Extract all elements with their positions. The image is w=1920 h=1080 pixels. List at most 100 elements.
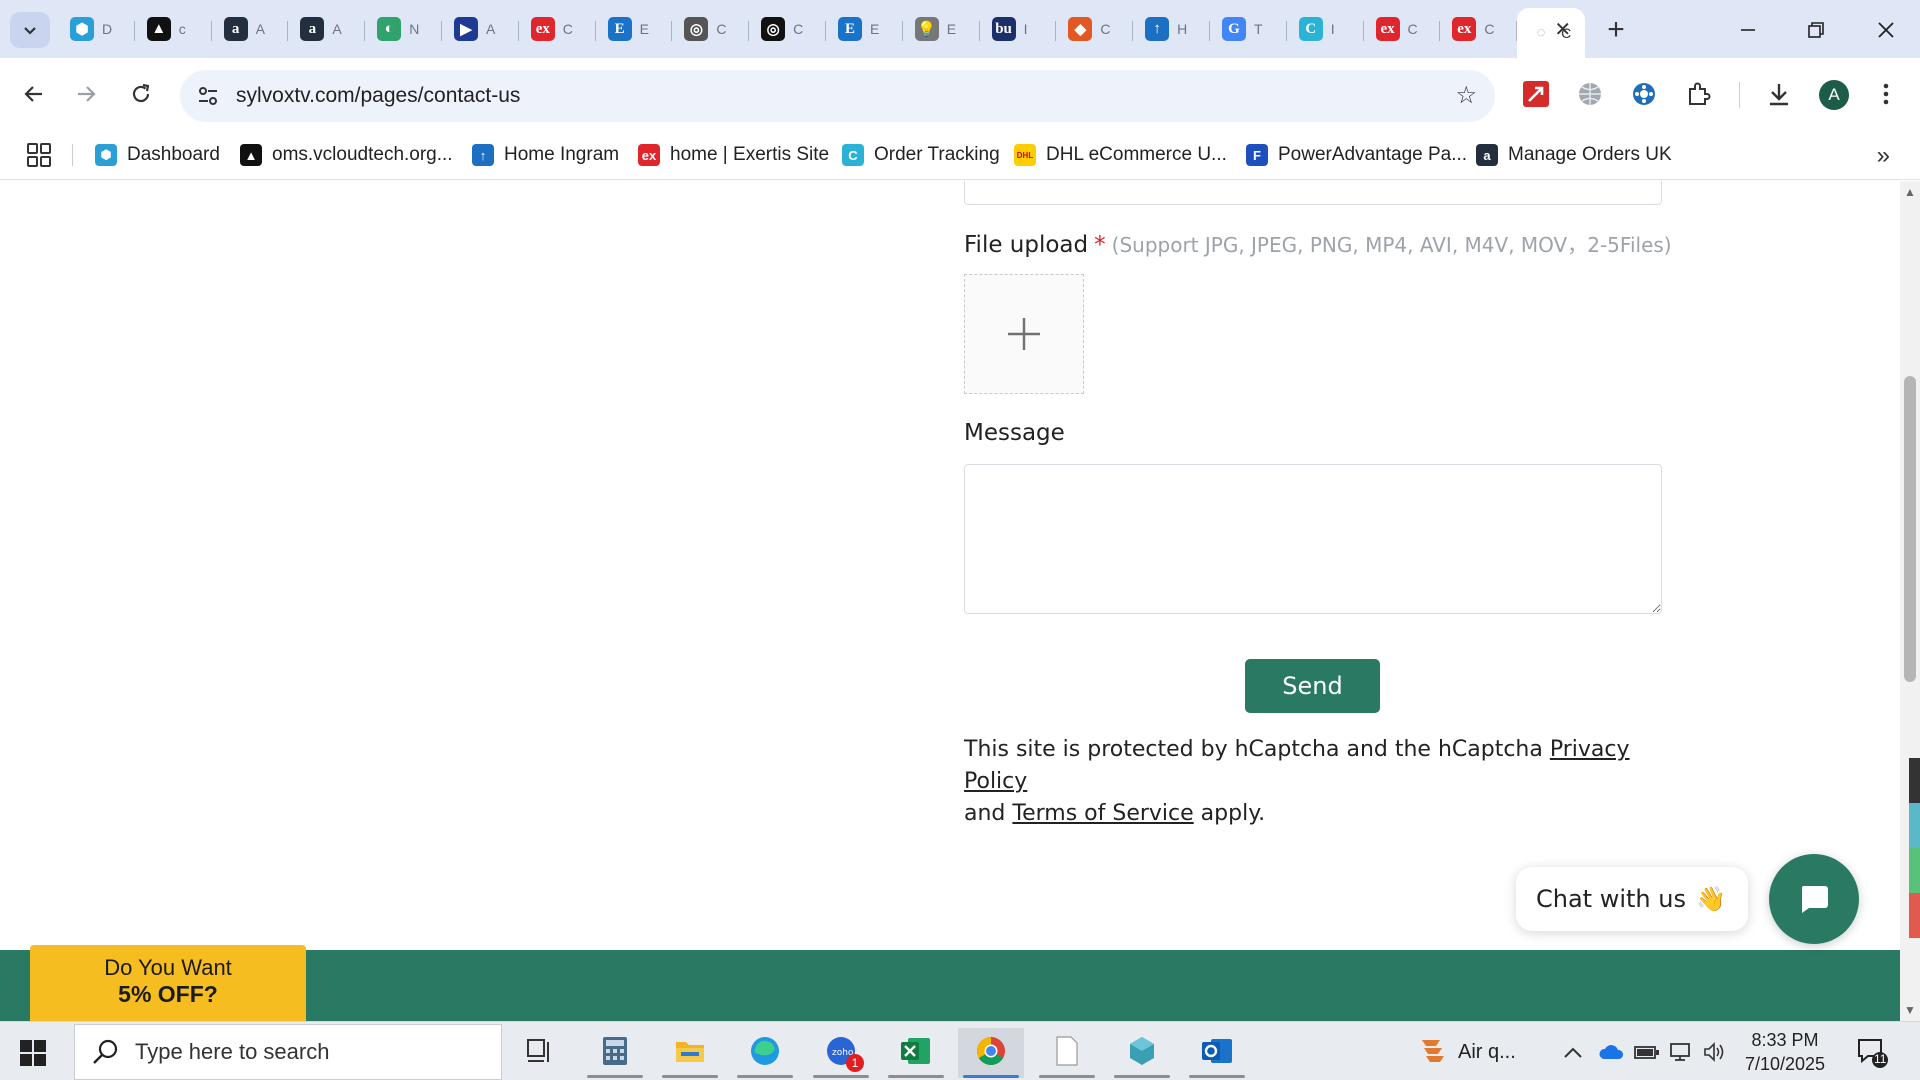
browser-tab[interactable]: 💡 E bbox=[903, 8, 980, 50]
taskbar-app-button[interactable] bbox=[1184, 1028, 1250, 1078]
taskbar-app-button[interactable] bbox=[883, 1028, 949, 1078]
browser-tab[interactable]: aA bbox=[288, 8, 366, 50]
captcha-notice: This site is protected by hCaptcha and t… bbox=[964, 734, 1684, 830]
browser-tab[interactable]: ↑ H bbox=[1133, 8, 1210, 50]
bookmark-label: Dashboard bbox=[127, 144, 220, 165]
amazon-icon: a bbox=[300, 17, 325, 41]
site-info-icon[interactable] bbox=[194, 82, 222, 110]
browser-tab[interactable]: EE bbox=[826, 8, 903, 50]
network-icon[interactable] bbox=[1669, 1039, 1695, 1065]
taskbar-app-button[interactable] bbox=[1109, 1028, 1175, 1078]
bookmark-item[interactable]: DHL DHL eCommerce U... bbox=[1014, 140, 1227, 170]
previous-input-field[interactable] bbox=[964, 181, 1662, 205]
extensions-puzzle-icon[interactable] bbox=[1683, 78, 1715, 110]
taskbar-app-button[interactable] bbox=[958, 1028, 1024, 1078]
minimize-button[interactable] bbox=[1720, 10, 1776, 50]
browser-tab[interactable]: ▲ c bbox=[135, 8, 212, 50]
taskbar-app-button[interactable] bbox=[732, 1028, 798, 1078]
battery-icon[interactable] bbox=[1634, 1039, 1660, 1065]
back-button[interactable] bbox=[14, 74, 54, 114]
menu-kebab-icon[interactable] bbox=[1870, 78, 1902, 110]
browser-tab[interactable]: ex C bbox=[1440, 8, 1518, 50]
browser-tab[interactable]: GT bbox=[1210, 8, 1287, 50]
globe-extension-icon[interactable] bbox=[1574, 78, 1606, 110]
close-window-button[interactable] bbox=[1858, 10, 1914, 50]
taskbar-app-button[interactable] bbox=[507, 1028, 573, 1078]
browser-tab[interactable]: ◆ C bbox=[1056, 8, 1134, 50]
captcha-text-3: apply. bbox=[1193, 801, 1266, 826]
bookmark-item[interactable]: F PowerAdvantage Pa... bbox=[1246, 140, 1467, 170]
browser-tab[interactable]: ex C bbox=[1364, 8, 1441, 50]
taskbar-app-button[interactable] bbox=[657, 1028, 723, 1078]
browser-tab[interactable]: ◐ N bbox=[365, 8, 442, 50]
pdf-extension-icon[interactable] bbox=[1520, 78, 1552, 110]
windows-start-icon[interactable] bbox=[20, 1040, 46, 1066]
terms-of-service-link[interactable]: Terms of Service bbox=[1012, 801, 1193, 826]
browser-tab[interactable]: ◎ C bbox=[672, 8, 750, 50]
blue-extension-icon[interactable] bbox=[1628, 78, 1660, 110]
bookmark-label: oms.vcloudtech.org... bbox=[272, 144, 453, 165]
chat-prompt-bubble[interactable]: Chat with us 👋 bbox=[1516, 867, 1748, 931]
bookmark-item[interactable]: ⬢ Dashboard bbox=[95, 140, 220, 170]
tab-strip: ⬢ D ▲ c a Aa A ◐ N ▶ Aex C E E ◎ C ◎ C E E 💡 Ebu I ◆ C ↑ H G T C Iex Ce… bbox=[0, 0, 1920, 58]
tab-title: H bbox=[1177, 21, 1188, 37]
tab-title: I bbox=[1023, 21, 1028, 37]
tab-active[interactable]: ◌ C ✕ bbox=[1517, 8, 1586, 58]
browser-tab[interactable]: EE bbox=[596, 8, 673, 50]
taskbar-app-button[interactable] bbox=[582, 1028, 648, 1078]
bookmark-item[interactable]: ↑ Home Ingram bbox=[472, 140, 619, 170]
browser-tab[interactable]: bu I bbox=[980, 8, 1057, 50]
bookmark-star-icon[interactable]: ☆ bbox=[1455, 81, 1477, 110]
browser-tab[interactable]: aA bbox=[212, 8, 289, 50]
forward-button[interactable] bbox=[66, 74, 106, 114]
browser-tab[interactable]: ex C bbox=[519, 8, 596, 50]
running-indicator bbox=[888, 1075, 944, 1078]
arrow-right-icon bbox=[78, 86, 96, 102]
scroll-up-arrow-icon[interactable]: ▲ bbox=[1904, 185, 1916, 199]
plus-icon: + bbox=[1607, 13, 1625, 46]
bookmark-item[interactable]: ▲ oms.vcloudtech.org... bbox=[240, 140, 453, 170]
url-text[interactable]: sylvoxtv.com/pages/contact-us bbox=[236, 84, 520, 108]
scroll-down-arrow-icon[interactable]: ▼ bbox=[1904, 1003, 1916, 1017]
more-bookmarks-icon[interactable]: » bbox=[1877, 142, 1890, 170]
bookmark-item[interactable]: ex home | Exertis Site bbox=[638, 140, 829, 170]
taskbar-search-box[interactable]: Type here to search bbox=[74, 1024, 502, 1080]
close-tab-icon[interactable]: ✕ bbox=[1554, 20, 1571, 40]
reload-button[interactable] bbox=[121, 74, 161, 114]
taskbar-app-button[interactable]: zoho 1 bbox=[808, 1028, 874, 1078]
address-bar[interactable]: sylvoxtv.com/pages/contact-us ☆ bbox=[180, 70, 1495, 122]
system-clock[interactable]: 8:33 PM 7/10/2025 bbox=[1732, 1028, 1838, 1076]
restore-button[interactable] bbox=[1788, 10, 1844, 50]
side-widget-strip[interactable] bbox=[1909, 758, 1920, 938]
notification-center-icon[interactable]: 11 bbox=[1856, 1036, 1888, 1068]
apps-grid-icon[interactable] bbox=[26, 142, 52, 168]
browser-tab[interactable]: ⬢ D bbox=[58, 8, 135, 50]
scroll-thumb[interactable] bbox=[1904, 376, 1916, 682]
send-button[interactable]: Send bbox=[1245, 659, 1380, 713]
profile-avatar[interactable]: A bbox=[1819, 80, 1849, 110]
download-icon[interactable] bbox=[1763, 78, 1795, 110]
chat-launcher-button[interactable] bbox=[1769, 854, 1859, 944]
chat-icon bbox=[1801, 886, 1828, 913]
weather-widget[interactable]: Air q... bbox=[1418, 1032, 1516, 1072]
tab-search-button[interactable] bbox=[10, 12, 50, 48]
ingram-icon: ↑ bbox=[1145, 17, 1170, 41]
new-tab-button[interactable]: + bbox=[1598, 12, 1634, 48]
bookmark-item[interactable]: a Manage Orders UK bbox=[1476, 140, 1672, 170]
taskbar-app-button[interactable] bbox=[1034, 1028, 1100, 1078]
plus-icon bbox=[1008, 318, 1040, 350]
browser-tab[interactable]: ▶ A bbox=[442, 8, 519, 50]
file-upload-dropzone[interactable] bbox=[964, 274, 1084, 394]
onedrive-cloud-icon[interactable] bbox=[1598, 1039, 1624, 1065]
browser-tab[interactable]: CI bbox=[1287, 8, 1364, 50]
discount-promo-tab[interactable]: Do You Want 5% OFF? bbox=[30, 945, 306, 1021]
waving-hand-icon: 👋 bbox=[1695, 885, 1726, 913]
message-textarea[interactable] bbox=[964, 464, 1662, 614]
message-label: Message bbox=[964, 420, 1065, 446]
tab-title: E bbox=[946, 21, 957, 37]
volume-icon[interactable] bbox=[1703, 1039, 1729, 1065]
bookmark-label: Home Ingram bbox=[504, 144, 620, 165]
show-hidden-icons-chevron-icon[interactable] bbox=[1560, 1039, 1586, 1065]
browser-tab[interactable]: ◎ C bbox=[749, 8, 826, 50]
bookmark-item[interactable]: C Order Tracking bbox=[842, 140, 1000, 170]
